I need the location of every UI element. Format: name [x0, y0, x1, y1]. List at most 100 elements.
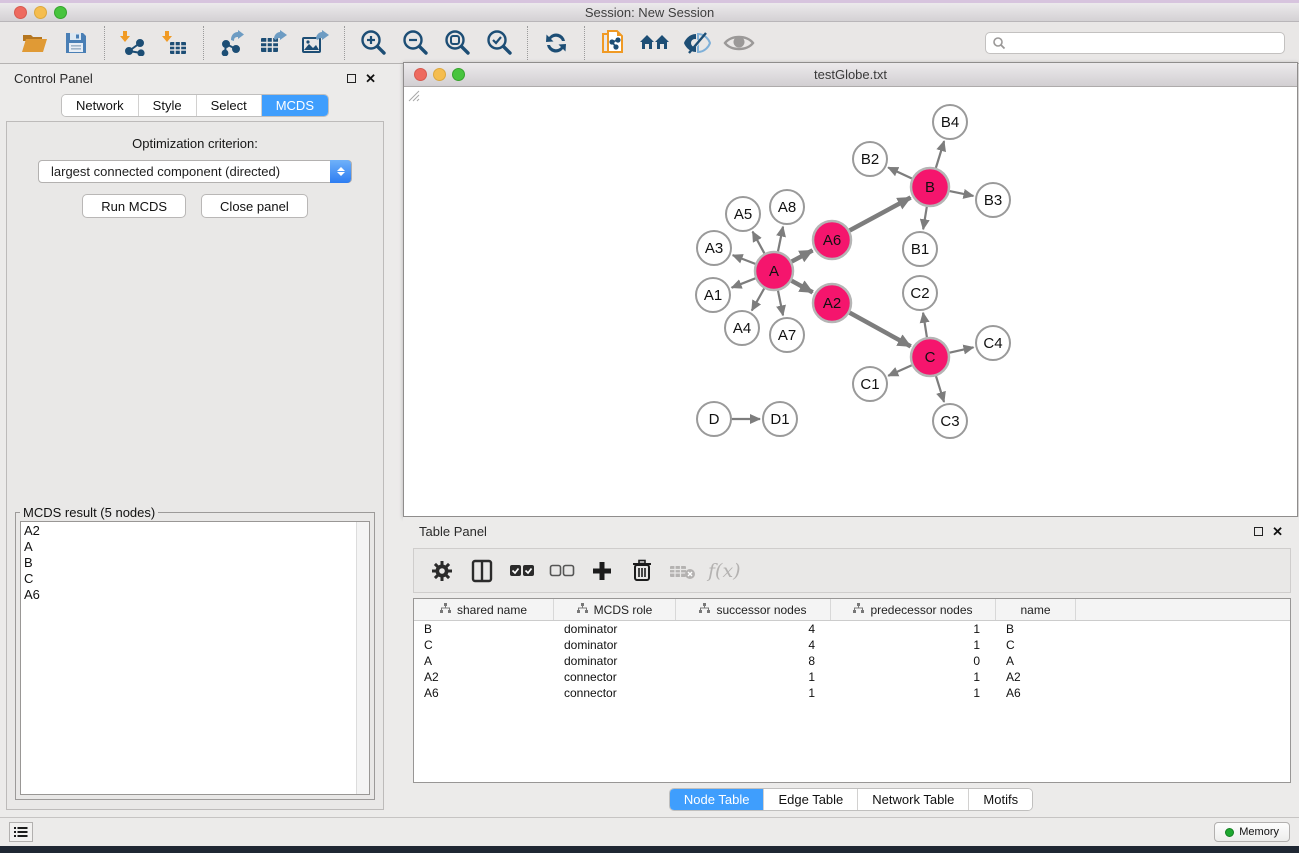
mcds-result-item[interactable]: C	[24, 571, 353, 587]
table-cell[interactable]: A	[414, 653, 554, 669]
graph-node-C3[interactable]: C3	[933, 404, 967, 438]
network-canvas[interactable]: B4B2BB3A8A5A6A3B1AC2A1A2A4A7C4CC1DD1C3	[406, 88, 1295, 513]
close-table-panel-icon[interactable]: ✕	[1272, 527, 1283, 536]
task-history-button[interactable]	[9, 822, 33, 842]
table-cell[interactable]: A	[996, 653, 1076, 669]
mcds-list-scrollbar[interactable]	[356, 522, 369, 794]
graph-node-C[interactable]: C	[911, 338, 949, 376]
tab-motifs[interactable]: Motifs	[969, 789, 1032, 810]
close-panel-button[interactable]: Close panel	[201, 194, 308, 218]
graph-edge[interactable]	[936, 141, 944, 168]
graph-node-A2[interactable]: A2	[813, 284, 851, 322]
graph-node-D1[interactable]: D1	[763, 402, 797, 436]
mcds-result-item[interactable]: A6	[24, 587, 353, 603]
new-network-file-icon[interactable]	[596, 26, 630, 60]
table-cell[interactable]: B	[996, 621, 1076, 637]
graph-edge[interactable]	[950, 347, 974, 352]
graph-edge[interactable]	[753, 232, 765, 254]
graph-edge[interactable]	[950, 191, 974, 196]
search-input[interactable]	[985, 32, 1285, 54]
graph-edge[interactable]	[792, 250, 813, 261]
run-mcds-button[interactable]: Run MCDS	[82, 194, 186, 218]
graph-node-B2[interactable]: B2	[853, 142, 887, 176]
tab-network-table[interactable]: Network Table	[858, 789, 969, 810]
zoom-out-icon[interactable]	[398, 26, 432, 60]
graph-node-B3[interactable]: B3	[976, 183, 1010, 217]
graph-node-A1[interactable]: A1	[696, 278, 730, 312]
table-row[interactable]: A2connector11A2	[414, 669, 1290, 685]
table-cell[interactable]: 1	[676, 669, 831, 685]
graph-node-A[interactable]: A	[755, 252, 793, 290]
open-session-icon[interactable]	[17, 26, 51, 60]
memory-button[interactable]: Memory	[1214, 822, 1290, 842]
graph-edge[interactable]	[792, 281, 813, 293]
graph-edge[interactable]	[888, 167, 912, 178]
unselect-all-icon[interactable]	[548, 557, 576, 585]
delete-table-icon[interactable]	[668, 557, 696, 585]
table-cell[interactable]: B	[414, 621, 554, 637]
zoom-network-window-button[interactable]	[452, 68, 465, 81]
zoom-fit-icon[interactable]	[440, 26, 474, 60]
graph-node-B1[interactable]: B1	[903, 232, 937, 266]
mcds-result-item[interactable]: B	[24, 555, 353, 571]
zoom-in-icon[interactable]	[356, 26, 390, 60]
float-panel-icon[interactable]	[347, 74, 356, 83]
refresh-icon[interactable]	[539, 26, 573, 60]
mcds-result-list[interactable]: A2ABCA6	[20, 521, 370, 795]
column-header-shared-name[interactable]: shared name	[414, 599, 554, 620]
select-all-icon[interactable]	[508, 557, 536, 585]
criterion-dropdown[interactable]: largest connected component (directed)	[38, 160, 352, 183]
graph-edge[interactable]	[752, 288, 764, 310]
table-cell[interactable]: C	[996, 637, 1076, 653]
table-cell[interactable]: 1	[831, 621, 996, 637]
graph-node-A6[interactable]: A6	[813, 221, 851, 259]
table-row[interactable]: Bdominator41B	[414, 621, 1290, 637]
tab-style[interactable]: Style	[139, 95, 197, 116]
graph-node-D[interactable]: D	[697, 402, 731, 436]
gear-icon[interactable]	[428, 557, 456, 585]
minimize-window-button[interactable]	[34, 6, 47, 19]
graph-node-A3[interactable]: A3	[697, 231, 731, 265]
table-cell[interactable]: C	[414, 637, 554, 653]
hide-details-icon[interactable]	[680, 26, 714, 60]
split-column-icon[interactable]	[468, 557, 496, 585]
resize-grip-icon[interactable]	[406, 88, 420, 102]
table-cell[interactable]: 1	[676, 685, 831, 701]
table-cell[interactable]: A6	[414, 685, 554, 701]
graph-edge[interactable]	[850, 313, 911, 347]
birds-eye-icon[interactable]	[722, 26, 756, 60]
table-cell[interactable]: 1	[831, 669, 996, 685]
graph-edge[interactable]	[923, 207, 927, 230]
graph-node-C4[interactable]: C4	[976, 326, 1010, 360]
close-panel-icon[interactable]: ✕	[365, 74, 376, 83]
export-network-icon[interactable]	[215, 26, 249, 60]
graph-edge[interactable]	[888, 365, 912, 376]
graph-node-A8[interactable]: A8	[770, 190, 804, 224]
table-cell[interactable]: A6	[996, 685, 1076, 701]
table-cell[interactable]: 4	[676, 621, 831, 637]
graph-edge[interactable]	[923, 313, 927, 337]
houses-icon[interactable]	[638, 26, 672, 60]
float-table-panel-icon[interactable]	[1254, 527, 1263, 536]
graph-node-B4[interactable]: B4	[933, 105, 967, 139]
tab-node-table[interactable]: Node Table	[670, 789, 765, 810]
column-header-MCDS-role[interactable]: MCDS role	[554, 599, 676, 620]
tab-mcds[interactable]: MCDS	[262, 95, 328, 116]
minimize-network-window-button[interactable]	[433, 68, 446, 81]
graph-edge[interactable]	[733, 255, 756, 264]
import-network-icon[interactable]	[116, 26, 150, 60]
mcds-result-item[interactable]: A	[24, 539, 353, 555]
mcds-result-item[interactable]: A2	[24, 523, 353, 539]
graph-edge[interactable]	[778, 227, 783, 252]
graph-node-A4[interactable]: A4	[725, 311, 759, 345]
table-cell[interactable]: dominator	[554, 653, 676, 669]
close-window-button[interactable]	[14, 6, 27, 19]
table-row[interactable]: A6connector11A6	[414, 685, 1290, 701]
graph-node-A5[interactable]: A5	[726, 197, 760, 231]
graph-node-C2[interactable]: C2	[903, 276, 937, 310]
delete-column-icon[interactable]	[628, 557, 656, 585]
table-row[interactable]: Cdominator41C	[414, 637, 1290, 653]
tab-select[interactable]: Select	[197, 95, 262, 116]
table-cell[interactable]: 8	[676, 653, 831, 669]
table-row[interactable]: Adominator80A	[414, 653, 1290, 669]
